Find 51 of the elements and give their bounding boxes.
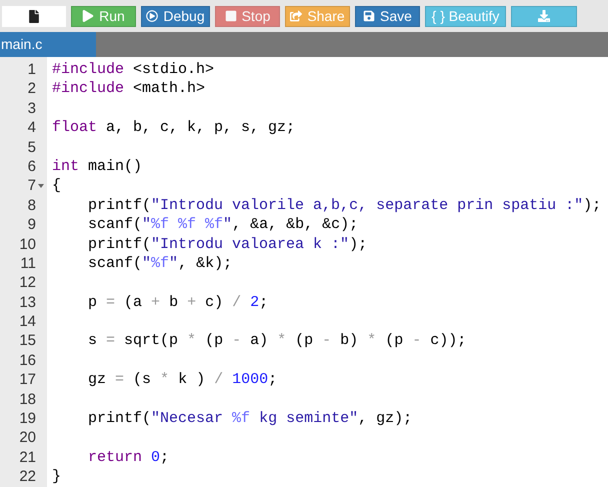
- line-number: 11: [20, 254, 36, 274]
- code-line: float a, b, c, k, p, s, gz;: [52, 118, 296, 138]
- line-number: 4: [28, 118, 36, 138]
- line-number: 19: [19, 409, 36, 428]
- code-line: printf("Introdu valorile a,b,c, separate prin spatiu :");: [87, 196, 602, 216]
- line-number: 1: [28, 60, 36, 80]
- line-number: 15: [19, 331, 36, 351]
- line-number: 2: [28, 79, 36, 99]
- download-icon: [538, 10, 550, 22]
- code-line: }: [52, 467, 62, 487]
- share-button[interactable]: Share: [285, 6, 350, 26]
- file-button[interactable]: [2, 6, 66, 26]
- line-number: 12: [19, 273, 36, 293]
- code-line: gz = (s * k ) / 1000;: [87, 370, 278, 390]
- play-icon: [82, 10, 94, 22]
- beautify-button[interactable]: { } Beautify: [425, 6, 506, 26]
- line-number: 20: [19, 428, 36, 448]
- stop-icon: [224, 10, 237, 22]
- line-number: 17: [19, 370, 36, 390]
- code-line: return 0;: [87, 448, 170, 468]
- line-number: 10: [19, 234, 36, 254]
- line-number: 14: [19, 312, 36, 332]
- file-tab[interactable]: main.c: [0, 32, 96, 57]
- line-number: 6: [28, 156, 36, 176]
- line-number: 9: [28, 215, 36, 235]
- code-line: int main(): [52, 156, 142, 176]
- line-number: 5: [28, 138, 36, 157]
- line-number: 13: [19, 292, 36, 312]
- code-line: p = (a + b + c) / 2;: [87, 292, 268, 312]
- share-icon: [290, 10, 302, 22]
- file-icon: [29, 10, 39, 22]
- code-line: s = sqrt(p * (p - a) * (p - b) * (p - c));: [87, 331, 466, 351]
- code-line: #include <math.h>: [52, 79, 206, 99]
- code-line: printf("Introdu valoarea k :");: [87, 234, 368, 254]
- debug-button[interactable]: Debug: [141, 6, 210, 26]
- line-number: 8: [28, 196, 36, 216]
- line-number: 16: [19, 350, 36, 370]
- run-button[interactable]: Run: [71, 6, 136, 26]
- line-number: 3: [28, 98, 36, 118]
- fold-arrow-icon[interactable]: [38, 184, 44, 188]
- line-number: 22: [19, 467, 36, 487]
- line-number: 21: [19, 448, 36, 468]
- code-line: {: [52, 176, 62, 196]
- save-button[interactable]: Save: [355, 6, 420, 26]
- code-line: scanf("%f %f %f", &a, &b, &c);: [87, 215, 358, 235]
- code-line: printf("Necesar %f kg seminte", gz);: [87, 409, 412, 428]
- line-number: 18: [19, 390, 36, 410]
- line-number: 7: [28, 176, 36, 196]
- code-line: #include <stdio.h>: [52, 60, 214, 80]
- download-button[interactable]: [511, 6, 577, 26]
- code-line: scanf("%f", &k);: [87, 254, 232, 274]
